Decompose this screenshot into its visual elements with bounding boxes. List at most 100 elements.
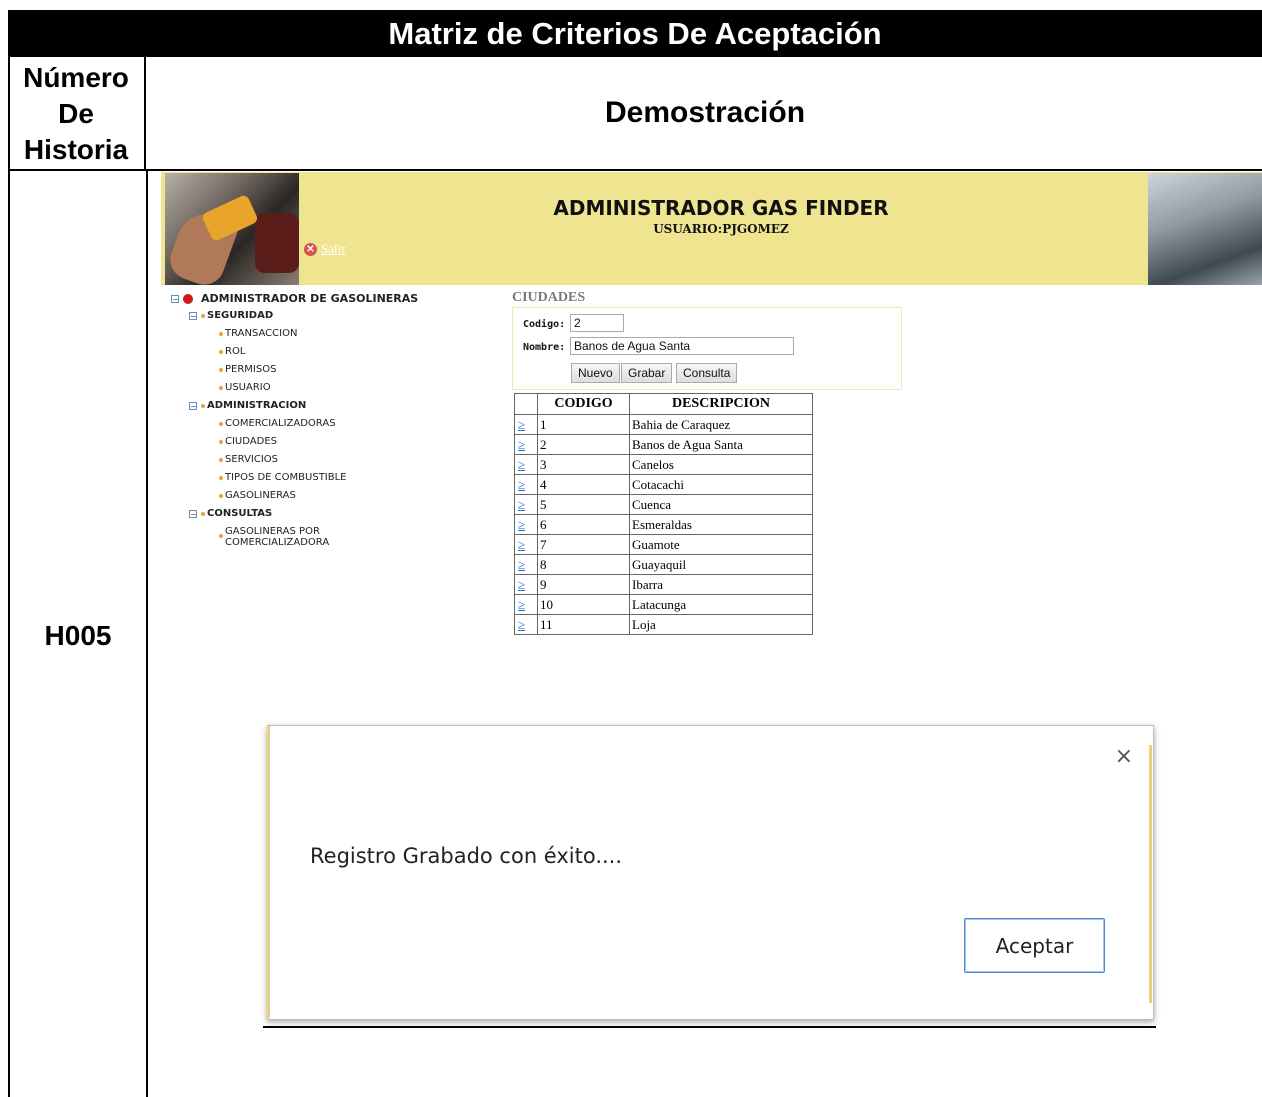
tree-group-seguridad[interactable]: − SEGURIDAD bbox=[189, 310, 273, 321]
tree-item-gasolineras-por-comercializadora[interactable]: GASOLINERAS POR COMERCIALIZADORA bbox=[219, 526, 329, 548]
close-icon[interactable]: × bbox=[1115, 744, 1133, 769]
select-row-link[interactable]: ≥ bbox=[514, 494, 538, 515]
descripcion-cell: Guamote bbox=[629, 534, 813, 555]
story-number-header-line: De bbox=[58, 98, 94, 129]
select-row-link[interactable]: ≥ bbox=[514, 574, 538, 595]
select-row-link[interactable]: ≥ bbox=[514, 614, 538, 635]
codigo-cell: 5 bbox=[537, 494, 630, 515]
document-title: Matriz de Criterios De Aceptación bbox=[8, 10, 1262, 57]
descripcion-cell: Cotacachi bbox=[629, 474, 813, 495]
collapse-icon[interactable]: − bbox=[189, 311, 197, 320]
collapse-icon[interactable]: − bbox=[171, 294, 179, 303]
codigo-cell: 10 bbox=[537, 594, 630, 615]
table-row[interactable]: ≥5 Cuenca bbox=[514, 494, 813, 515]
codigo-cell: 8 bbox=[537, 554, 630, 575]
codigo-input[interactable] bbox=[570, 314, 624, 332]
tree-group-consultas[interactable]: − CONSULTAS bbox=[189, 508, 272, 519]
tree-item-usuario[interactable]: USUARIO bbox=[219, 382, 271, 393]
root-node-icon bbox=[183, 293, 193, 304]
close-circle-icon: ✕ bbox=[304, 242, 317, 256]
table-header-row: CODIGO DESCRIPCION bbox=[514, 393, 813, 415]
select-row-link[interactable]: ≥ bbox=[514, 534, 538, 555]
select-row-link[interactable]: ≥ bbox=[514, 414, 538, 435]
select-row-link[interactable]: ≥ bbox=[514, 434, 538, 455]
bullet-icon bbox=[201, 403, 205, 408]
tree-item-label[interactable]: USUARIO bbox=[225, 382, 271, 393]
app-user: USUARIO:PJGOMEZ bbox=[653, 222, 789, 236]
codigo-cell: 3 bbox=[537, 454, 630, 475]
tree-item-label[interactable]: COMERCIALIZADORA bbox=[225, 537, 329, 548]
tree-group-label[interactable]: CONSULTAS bbox=[207, 508, 272, 519]
tree-item-label[interactable]: PERMISOS bbox=[225, 364, 276, 375]
bullet-icon bbox=[219, 331, 223, 336]
codigo-label: Codigo: bbox=[523, 319, 566, 330]
logout-label[interactable]: Salir bbox=[321, 241, 346, 257]
select-row-link[interactable]: ≥ bbox=[514, 514, 538, 535]
select-row-link[interactable]: ≥ bbox=[514, 554, 538, 575]
tree-root[interactable]: − ADMINISTRADOR DE GASOLINERAS bbox=[171, 292, 418, 305]
table-row[interactable]: ≥1 Bahia de Caraquez bbox=[514, 414, 813, 435]
tree-item-label[interactable]: SERVICIOS bbox=[225, 454, 278, 465]
accept-button[interactable]: Aceptar bbox=[964, 918, 1105, 973]
tree-item-rol[interactable]: ROL bbox=[219, 346, 245, 357]
city-form: Codigo: Nombre: Nuevo Grabar Consulta bbox=[512, 307, 902, 390]
story-number-header-line: Historia bbox=[23, 134, 129, 165]
logout-link[interactable]: ✕ Salir bbox=[304, 241, 346, 257]
table-row[interactable]: ≥4 Cotacachi bbox=[514, 474, 813, 495]
table-row[interactable]: ≥3 Canelos bbox=[514, 454, 813, 475]
codigo-cell: 11 bbox=[537, 614, 630, 635]
table-row[interactable]: ≥9 Ibarra bbox=[514, 574, 813, 595]
descripcion-cell: Cuenca bbox=[629, 494, 813, 515]
alert-dialog: × Registro Grabado con éxito.... Aceptar bbox=[267, 725, 1154, 1020]
tree-item-gasolineras[interactable]: GASOLINERAS bbox=[219, 490, 296, 501]
grabar-button[interactable]: Grabar bbox=[621, 363, 673, 383]
header-row: Número De Historia Demostración bbox=[8, 57, 1262, 171]
table-row[interactable]: ≥6 Esmeraldas bbox=[514, 514, 813, 535]
select-row-link[interactable]: ≥ bbox=[514, 474, 538, 495]
select-row-link[interactable]: ≥ bbox=[514, 594, 538, 615]
nuevo-button[interactable]: Nuevo bbox=[571, 363, 620, 383]
codigo-cell: 6 bbox=[537, 514, 630, 535]
story-id: H005 bbox=[44, 620, 112, 651]
tree-item-transaccion[interactable]: TRANSACCION bbox=[219, 328, 297, 339]
tree-group-label[interactable]: SEGURIDAD bbox=[207, 310, 273, 321]
tree-item-tipos-combustible[interactable]: TIPOS DE COMBUSTIBLE bbox=[219, 472, 347, 483]
select-row-link[interactable]: ≥ bbox=[514, 454, 538, 475]
bullet-icon bbox=[219, 493, 223, 498]
section-title: CIUDADES bbox=[512, 290, 586, 305]
descripcion-cell: Bahia de Caraquez bbox=[629, 414, 813, 435]
tree-item-label[interactable]: ROL bbox=[225, 346, 245, 357]
demo-header: Demostración bbox=[604, 96, 806, 129]
tree-root-label[interactable]: ADMINISTRADOR DE GASOLINERAS bbox=[201, 292, 418, 305]
tree-item-label[interactable]: GASOLINERAS POR bbox=[225, 526, 329, 537]
tree-item-permisos[interactable]: PERMISOS bbox=[219, 364, 276, 375]
tree-item-label[interactable]: TRANSACCION bbox=[225, 328, 297, 339]
tree-group-administracion[interactable]: − ADMINISTRACION bbox=[189, 400, 306, 411]
car-image bbox=[1148, 173, 1262, 285]
table-row[interactable]: ≥8 Guayaquil bbox=[514, 554, 813, 575]
codigo-cell: 1 bbox=[537, 414, 630, 435]
table-row[interactable]: ≥11 Loja bbox=[514, 614, 813, 635]
collapse-icon[interactable]: − bbox=[189, 509, 197, 518]
app-header: ✕ Salir ADMINISTRADOR GAS FINDER USUARIO… bbox=[161, 172, 1262, 285]
nombre-input[interactable] bbox=[570, 337, 794, 355]
collapse-icon[interactable]: − bbox=[189, 401, 197, 410]
bullet-icon bbox=[219, 457, 223, 462]
table-row[interactable]: ≥7 Guamote bbox=[514, 534, 813, 555]
tree-group-label[interactable]: ADMINISTRACION bbox=[207, 400, 306, 411]
tree-item-label[interactable]: COMERCIALIZADORAS bbox=[225, 418, 336, 429]
tree-item-ciudades[interactable]: CIUDADES bbox=[219, 436, 277, 447]
tree-item-servicios[interactable]: SERVICIOS bbox=[219, 454, 278, 465]
codigo-cell: 9 bbox=[537, 574, 630, 595]
table-row[interactable]: ≥10 Latacunga bbox=[514, 594, 813, 615]
descripcion-cell: Esmeraldas bbox=[629, 514, 813, 535]
table-row[interactable]: ≥2 Banos de Agua Santa bbox=[514, 434, 813, 455]
tree-item-comercializadoras[interactable]: COMERCIALIZADORAS bbox=[219, 418, 336, 429]
tree-item-label[interactable]: TIPOS DE COMBUSTIBLE bbox=[225, 472, 347, 483]
divider bbox=[263, 1026, 1156, 1028]
tree-item-label[interactable]: CIUDADES bbox=[225, 436, 277, 447]
tree-item-label[interactable]: GASOLINERAS bbox=[225, 490, 296, 501]
descripcion-cell: Guayaquil bbox=[629, 554, 813, 575]
consulta-button[interactable]: Consulta bbox=[676, 363, 738, 383]
dialog-shadow-edge bbox=[267, 726, 270, 1018]
